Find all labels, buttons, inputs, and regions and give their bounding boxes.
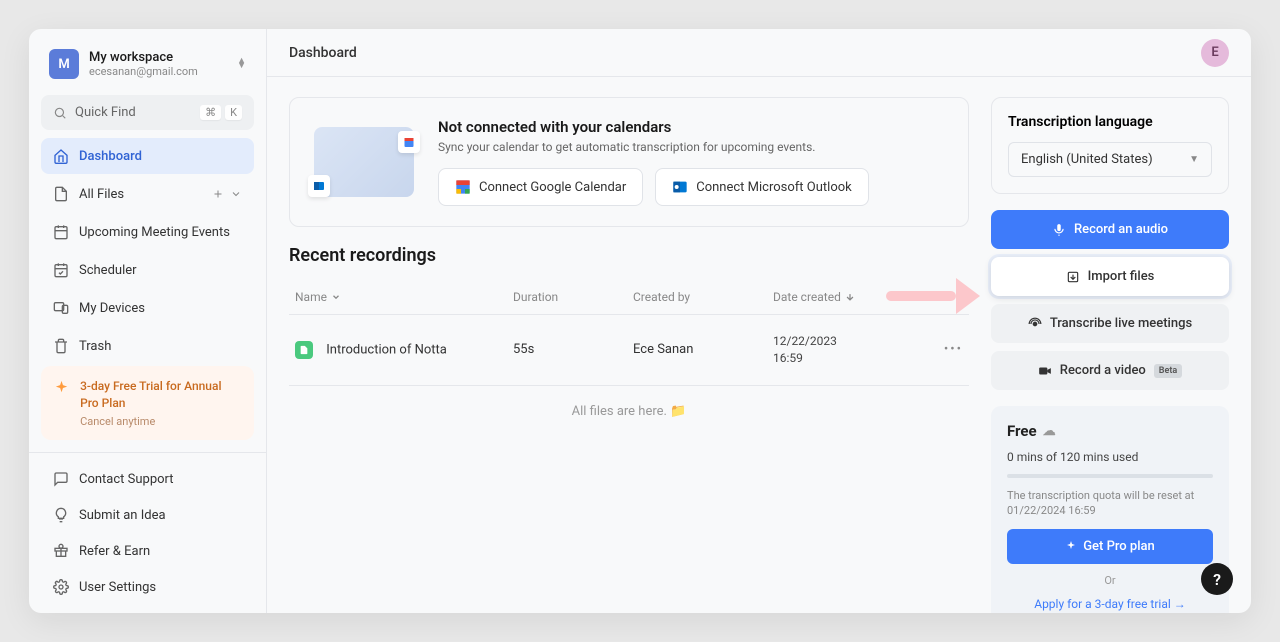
workspace-switcher[interactable]: M My workspace ecesanan@gmail.com ▲▼ (41, 41, 254, 87)
plan-or: Or (1007, 574, 1213, 587)
live-icon (1028, 317, 1042, 331)
nav-settings[interactable]: User Settings (41, 569, 254, 605)
calendar-title: Not connected with your calendars (438, 118, 869, 136)
nav-support[interactable]: Contact Support (41, 461, 254, 497)
chevron-down-icon: ▼ (1189, 154, 1199, 165)
nav-label: Trash (79, 339, 111, 354)
trial-title: 3-day Free Trial for Annual Pro Plan (80, 378, 242, 412)
trial-card[interactable]: 3-day Free Trial for Annual Pro Plan Can… (41, 366, 254, 440)
quick-find[interactable]: Quick Find ⌘ K (41, 95, 254, 130)
workspace-email: ecesanan@gmail.com (89, 65, 227, 78)
page-title: Dashboard (289, 45, 357, 61)
import-files-button[interactable]: Import files (991, 257, 1229, 296)
transcribe-live-button[interactable]: Transcribe live meetings (991, 304, 1229, 343)
calendar-card: Not connected with your calendars Sync y… (289, 97, 969, 227)
files-icon (53, 186, 69, 202)
nav-devices[interactable]: My Devices (41, 290, 254, 326)
nav-label: My Devices (79, 301, 145, 316)
calendar-sub: Sync your calendar to get automatic tran… (438, 140, 869, 154)
cloud-icon: ☁ (1043, 424, 1056, 439)
lang-card: Transcription language English (United S… (991, 97, 1229, 194)
kbd-k: K (225, 105, 242, 120)
recent-heading: Recent recordings (289, 245, 969, 266)
nav-all-files[interactable]: All Files (41, 176, 254, 212)
arrow-down-icon (845, 292, 855, 302)
beta-badge: Beta (1154, 364, 1182, 378)
lang-title: Transcription language (1008, 114, 1212, 130)
file-type-icon (295, 341, 313, 359)
kbd-cmd: ⌘ (200, 105, 221, 120)
plan-tier: Free (1007, 422, 1037, 440)
search-icon (53, 106, 67, 120)
nav-label: Scheduler (79, 263, 137, 278)
calendar-icon (53, 224, 69, 240)
nav-idea[interactable]: Submit an Idea (41, 497, 254, 533)
plus-icon[interactable] (212, 188, 224, 200)
gear-icon (53, 579, 69, 595)
plan-usage: 0 mins of 120 mins used (1007, 450, 1213, 464)
row-date: 12/22/2023 16:59 (773, 333, 923, 367)
devices-icon (53, 300, 69, 316)
nav-label: Submit an Idea (79, 508, 166, 523)
workspace-avatar: M (49, 49, 79, 79)
nav-label: Refer & Earn (79, 544, 150, 559)
workspace-name: My workspace (89, 50, 227, 65)
nav-label: Contact Support (79, 472, 174, 487)
nav-upcoming[interactable]: Upcoming Meeting Events (41, 214, 254, 250)
google-cal-icon (455, 179, 471, 195)
col-name[interactable]: Name (295, 290, 513, 304)
col-created-by[interactable]: Created by (633, 290, 773, 304)
gift-icon (53, 543, 69, 559)
mic-icon (1052, 223, 1066, 237)
row-more-button[interactable]: ••• (923, 342, 963, 357)
calendar-check-icon (53, 262, 69, 278)
video-icon (1038, 364, 1052, 378)
nav-label: User Settings (79, 580, 156, 595)
all-files-here: All files are here. 📁 (289, 386, 969, 437)
folder-icon: 📁 (670, 404, 686, 419)
nav-label: Upcoming Meeting Events (79, 225, 230, 240)
sparkle-icon (53, 378, 70, 398)
nav-dashboard[interactable]: Dashboard (41, 138, 254, 174)
trial-sub: Cancel anytime (80, 415, 242, 428)
calendar-illustration (314, 127, 414, 197)
table-row[interactable]: Introduction of Notta 55s Ece Sanan 12/2… (289, 315, 969, 386)
quick-find-label: Quick Find (75, 105, 136, 120)
usage-bar (1007, 474, 1213, 478)
import-icon (1066, 270, 1080, 284)
row-name: Introduction of Notta (295, 341, 513, 359)
chevron-down-icon[interactable] (230, 188, 242, 200)
sparkle-icon (1065, 540, 1077, 552)
plan-reset: The transcription quota will be reset at… (1007, 488, 1213, 519)
nav-scheduler[interactable]: Scheduler (41, 252, 254, 288)
updown-icon[interactable]: ▲▼ (237, 59, 246, 69)
get-pro-button[interactable]: Get Pro plan (1007, 529, 1213, 564)
plan-card: Free ☁ 0 mins of 120 mins used The trans… (991, 406, 1229, 613)
nav-refer[interactable]: Refer & Earn (41, 533, 254, 569)
outlook-icon (672, 179, 688, 195)
user-avatar[interactable]: E (1201, 39, 1229, 67)
lang-select[interactable]: English (United States) ▼ (1008, 142, 1212, 177)
message-icon (53, 471, 69, 487)
chevron-down-icon (331, 292, 341, 302)
nav-label: All Files (79, 187, 124, 202)
trash-icon (53, 338, 69, 354)
bulb-icon (53, 507, 69, 523)
help-button[interactable]: ? (1201, 563, 1233, 595)
connect-google-button[interactable]: Connect Google Calendar (438, 168, 643, 206)
row-by: Ece Sanan (633, 342, 773, 357)
col-date[interactable]: Date created (773, 290, 923, 304)
record-video-button[interactable]: Record a video Beta (991, 351, 1229, 390)
col-duration[interactable]: Duration (513, 290, 633, 304)
record-audio-button[interactable]: Record an audio (991, 210, 1229, 249)
nav-trash[interactable]: Trash (41, 328, 254, 364)
nav-label: Dashboard (79, 149, 142, 164)
connect-outlook-button[interactable]: Connect Microsoft Outlook (655, 168, 868, 206)
home-icon (53, 148, 69, 164)
row-duration: 55s (513, 342, 633, 357)
apply-trial-link[interactable]: Apply for a 3-day free trial → (1007, 597, 1213, 611)
